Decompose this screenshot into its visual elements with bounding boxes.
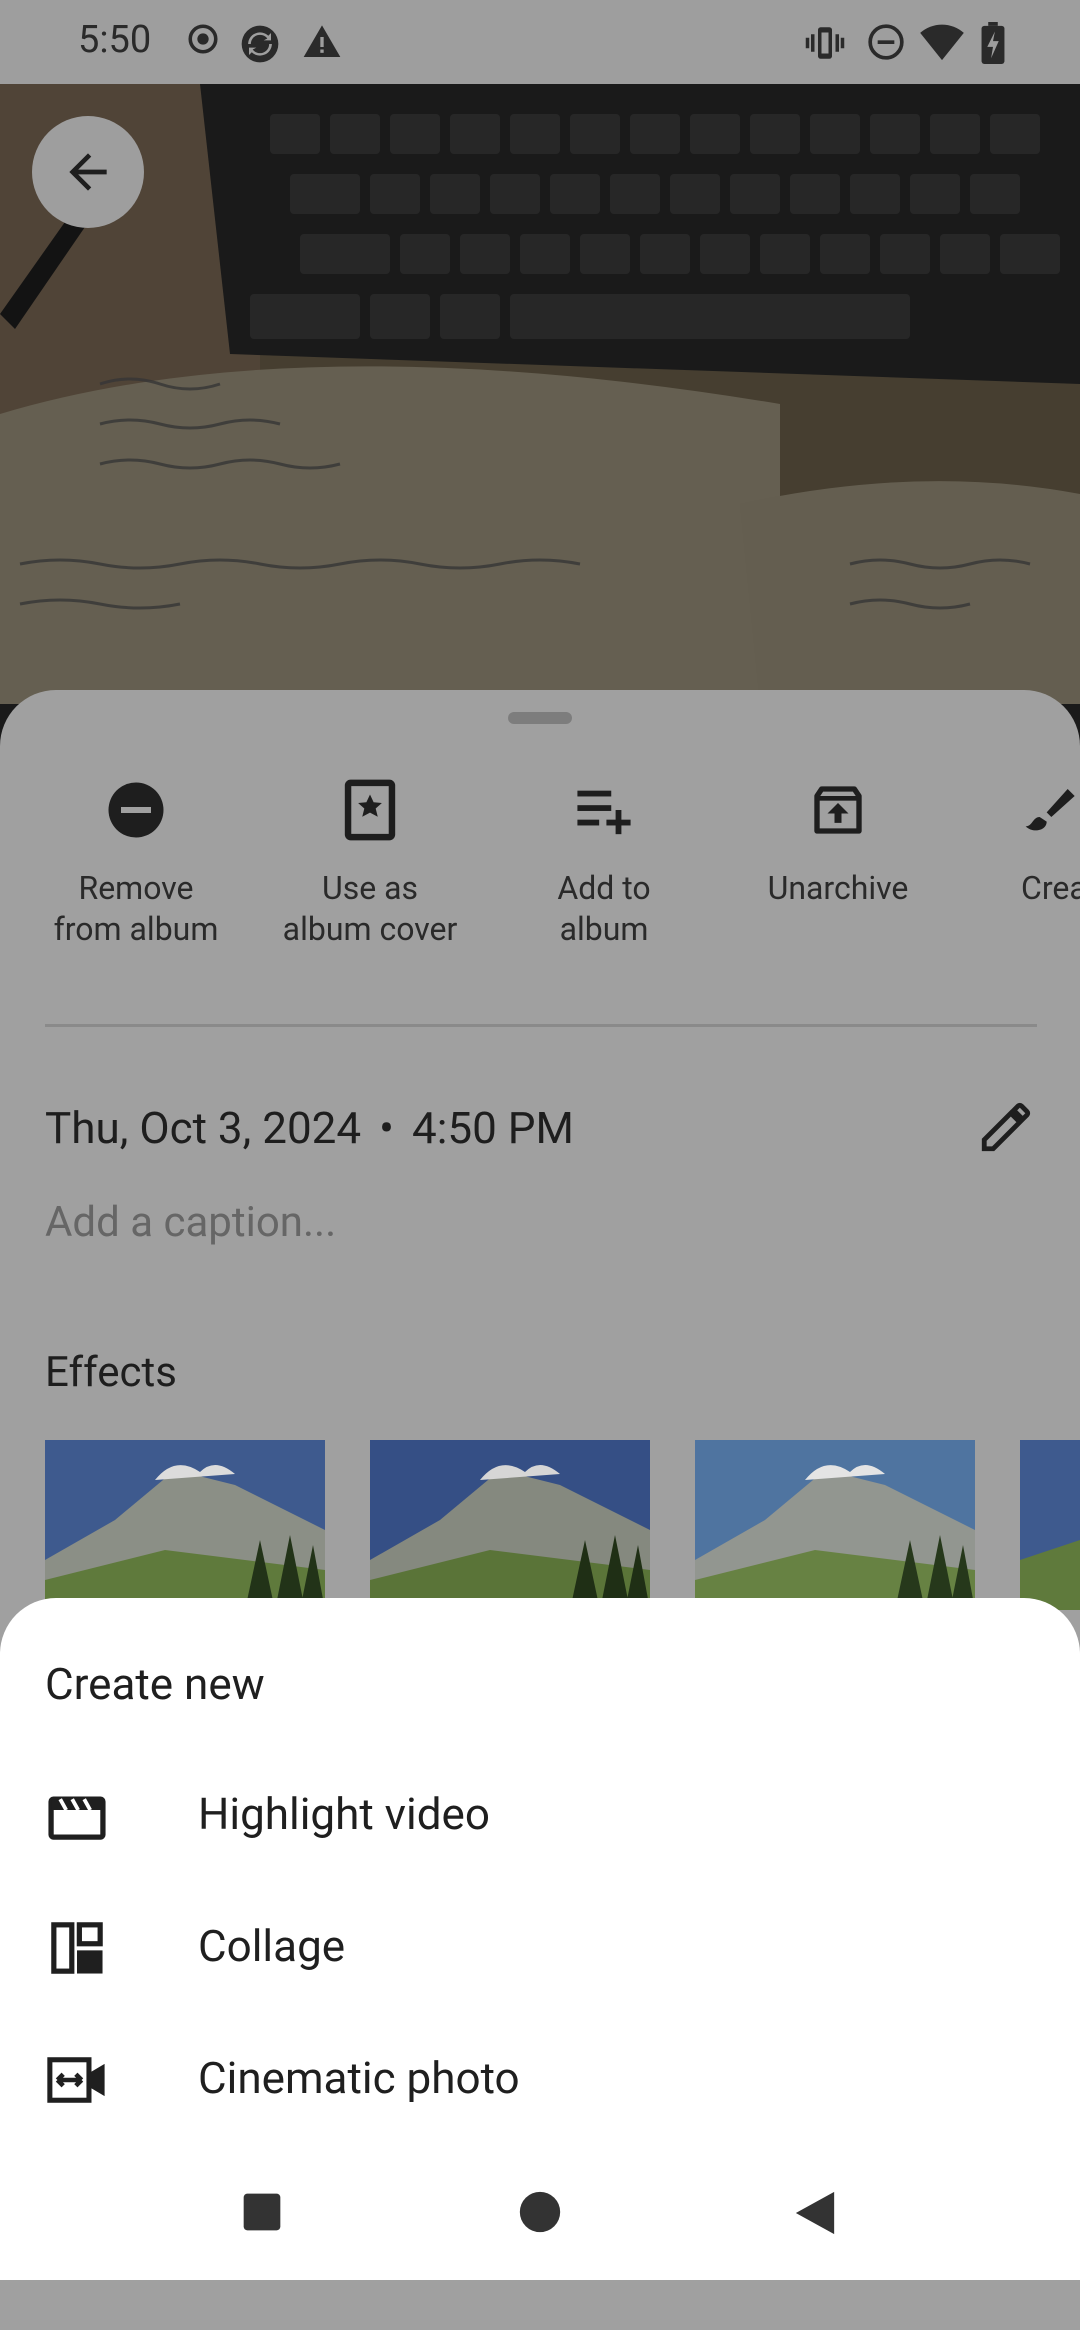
menu-item-highlight-video[interactable]: Highlight video (0, 1750, 1080, 1882)
action-label: Use as album cover (282, 869, 458, 948)
photo-date: Thu, Oct 3, 2024 (45, 1102, 362, 1154)
menu-item-collage[interactable]: Collage (0, 1882, 1080, 2014)
add-to-album-action[interactable]: Add to album (489, 770, 719, 950)
use-as-album-cover-action[interactable]: Use as album cover (255, 770, 485, 950)
highlight-video-icon (45, 1784, 109, 1848)
effects-heading: Effects (45, 1348, 177, 1397)
album-cover-icon (255, 770, 485, 850)
status-time: 5:50 (78, 18, 152, 62)
menu-item-label: Cinematic photo (198, 2052, 520, 2104)
menu-item-cinematic-photo[interactable]: Cinematic photo (0, 2014, 1080, 2146)
action-row: Remove from album Use as album cover Add… (0, 770, 1080, 970)
square-icon (243, 2193, 281, 2231)
back-button[interactable] (32, 116, 144, 228)
vibrate-icon (804, 22, 846, 68)
wifi-icon (920, 22, 964, 66)
action-label: Unarchive (767, 869, 909, 907)
action-label: Add to album (557, 869, 651, 948)
photo-preview[interactable] (0, 84, 1080, 704)
divider (45, 1024, 1037, 1027)
remove-from-album-action[interactable]: Remove from album (21, 770, 251, 950)
action-label: Remove from album (53, 869, 219, 948)
home-button[interactable] (518, 2190, 562, 2238)
effect-thumbnail[interactable] (45, 1440, 325, 1610)
photo-datetime: Thu, Oct 3, 2024 • 4:50 PM (45, 1102, 574, 1154)
pencil-icon (981, 1102, 1031, 1152)
status-bar: 5:50 (0, 0, 1080, 84)
edit-datetime-button[interactable] (977, 1098, 1035, 1160)
brush-icon (1021, 770, 1080, 850)
unarchive-icon (723, 770, 953, 850)
circle-icon (519, 2191, 561, 2233)
effect-thumbnail[interactable] (370, 1440, 650, 1610)
add-to-album-icon (489, 770, 719, 850)
drag-handle[interactable] (508, 712, 572, 724)
effect-thumbnail[interactable] (695, 1440, 975, 1610)
separator-dot: • (379, 1102, 395, 1154)
photo-time: 4:50 PM (412, 1102, 574, 1154)
sheet-title: Create new (45, 1658, 265, 1710)
record-icon (186, 22, 220, 60)
sync-icon (238, 22, 282, 70)
triangle-back-icon (795, 2191, 835, 2235)
navigation-bar (0, 2150, 1080, 2280)
do-not-disturb-icon (866, 22, 906, 66)
battery-icon (980, 22, 1006, 68)
arrow-back-icon (69, 153, 107, 191)
alert-icon (302, 22, 342, 66)
unarchive-action[interactable]: Unarchive (723, 770, 953, 909)
cinematic-photo-icon (45, 2048, 109, 2112)
remove-icon (21, 770, 251, 850)
effect-thumbnail[interactable] (1020, 1440, 1080, 1610)
menu-item-label: Highlight video (198, 1788, 490, 1840)
action-label: Crea (1021, 869, 1080, 907)
collage-icon (45, 1916, 109, 1980)
photo-image (0, 84, 1080, 704)
create-action[interactable]: Crea (957, 770, 1080, 909)
recents-button[interactable] (240, 2190, 284, 2238)
caption-input[interactable]: Add a caption... (45, 1198, 336, 1247)
back-nav-button[interactable] (792, 2190, 838, 2240)
menu-item-label: Collage (198, 1920, 346, 1972)
